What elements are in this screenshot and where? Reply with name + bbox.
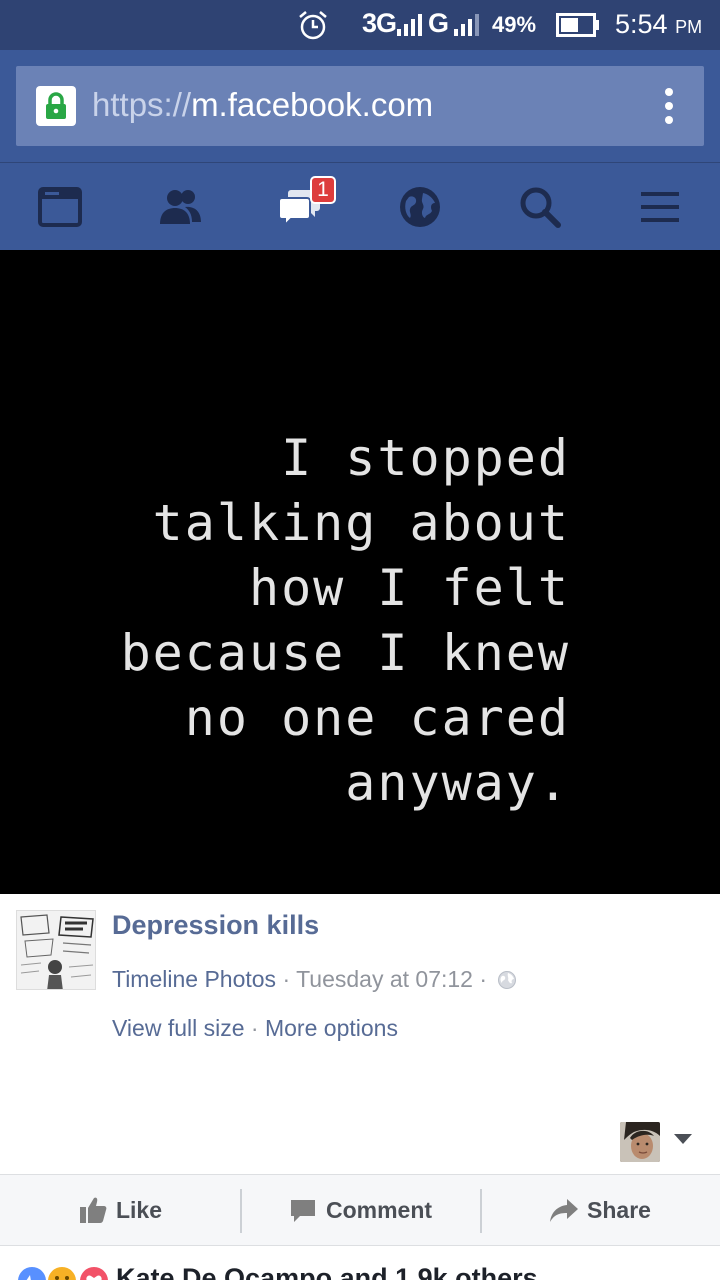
browser-menu-icon[interactable] bbox=[664, 88, 674, 124]
facebook-nav-bar: 1 bbox=[0, 162, 720, 250]
notifications-tab[interactable] bbox=[360, 163, 480, 251]
friends-icon bbox=[160, 190, 201, 224]
quote-line: because I knew bbox=[120, 624, 570, 682]
browser-toolbar: https://m.facebook.com bbox=[0, 50, 720, 162]
post-meta: Timeline Photos · Tuesday at 07:12 · bbox=[112, 966, 517, 993]
page-avatar-art bbox=[17, 911, 95, 989]
post-info: Depression kills Timeline Photos · Tuesd… bbox=[0, 894, 720, 1174]
clock: 5:54 PM bbox=[615, 9, 702, 40]
battery-icon bbox=[556, 13, 599, 37]
post-timestamp[interactable]: Tuesday at 07:12 bbox=[296, 966, 473, 992]
like-label: Like bbox=[115, 1196, 163, 1223]
reactions-text: Kate De Ocampo and 1.9k others bbox=[116, 1263, 538, 1280]
clock-time: 5:54 bbox=[615, 9, 668, 39]
viewer-avatar[interactable] bbox=[620, 1122, 660, 1162]
friend-requests-tab[interactable] bbox=[120, 163, 240, 251]
post-actions: Like Comment Share bbox=[0, 1174, 720, 1246]
public-globe-icon bbox=[498, 971, 517, 989]
quote-line: I stopped bbox=[281, 429, 570, 487]
post-photo[interactable]: I stopped talking about how I felt because … bbox=[0, 250, 720, 894]
page-avatar[interactable] bbox=[16, 910, 96, 990]
quote-line: no one cared bbox=[184, 689, 570, 747]
reactions-summary[interactable]: Kate De Ocampo and 1.9k others bbox=[0, 1246, 720, 1280]
thumbs-up-icon bbox=[79, 1197, 107, 1223]
comment-icon bbox=[290, 1200, 315, 1222]
comment-label: Comment bbox=[325, 1196, 433, 1223]
signal-strength-1-icon bbox=[397, 14, 422, 36]
news-feed-icon bbox=[38, 187, 82, 227]
quote-line: how I felt bbox=[248, 559, 570, 617]
meta-separator: · bbox=[472, 966, 494, 992]
album-link[interactable]: Timeline Photos bbox=[112, 966, 276, 992]
messages-tab[interactable]: 1 bbox=[240, 163, 360, 251]
quote-line: anyway. bbox=[345, 754, 570, 812]
reaction-icons bbox=[16, 1265, 110, 1280]
share-button[interactable]: Share bbox=[480, 1175, 720, 1245]
secure-lock-icon[interactable] bbox=[36, 86, 76, 126]
network-type-2: G bbox=[428, 8, 450, 38]
viewer-avatar-photo bbox=[620, 1122, 660, 1162]
url-host: m.facebook.com bbox=[191, 86, 434, 123]
post-as-dropdown-icon[interactable] bbox=[674, 1134, 692, 1144]
comment-button[interactable]: Comment bbox=[240, 1175, 480, 1245]
links-separator: · bbox=[244, 1015, 265, 1041]
news-feed-tab[interactable] bbox=[0, 163, 120, 251]
url-text[interactable]: https://m.facebook.com bbox=[92, 86, 433, 124]
messages-badge: 1 bbox=[310, 176, 336, 204]
share-label: Share bbox=[587, 1196, 651, 1223]
battery-percentage: 49% bbox=[492, 12, 537, 37]
search-icon bbox=[520, 187, 561, 228]
view-full-size-link[interactable]: View full size bbox=[112, 1015, 245, 1041]
hamburger-menu-icon bbox=[641, 192, 679, 222]
address-bar[interactable]: https://m.facebook.com bbox=[16, 66, 704, 146]
share-arrow-icon bbox=[550, 1199, 579, 1222]
alarm-icon bbox=[299, 11, 327, 40]
meta-separator: · bbox=[276, 966, 297, 992]
quote-line: talking about bbox=[152, 494, 570, 552]
photo-quote: I stopped talking about how I felt because … bbox=[121, 426, 570, 816]
photo-links: View full size · More options bbox=[112, 1015, 398, 1042]
search-tab[interactable] bbox=[480, 163, 600, 251]
status-bar: 3G G 49% 5:54 PM bbox=[0, 0, 720, 50]
more-options-link[interactable]: More options bbox=[265, 1015, 398, 1041]
globe-icon bbox=[400, 187, 440, 227]
url-scheme: https:// bbox=[92, 86, 192, 123]
menu-tab[interactable] bbox=[600, 163, 720, 251]
network-type-1: 3G bbox=[362, 8, 397, 38]
signal-strength-2-icon bbox=[454, 14, 479, 36]
page-name-link[interactable]: Depression kills bbox=[112, 910, 319, 941]
clock-suffix: PM bbox=[675, 17, 703, 37]
like-button[interactable]: Like bbox=[0, 1175, 240, 1245]
